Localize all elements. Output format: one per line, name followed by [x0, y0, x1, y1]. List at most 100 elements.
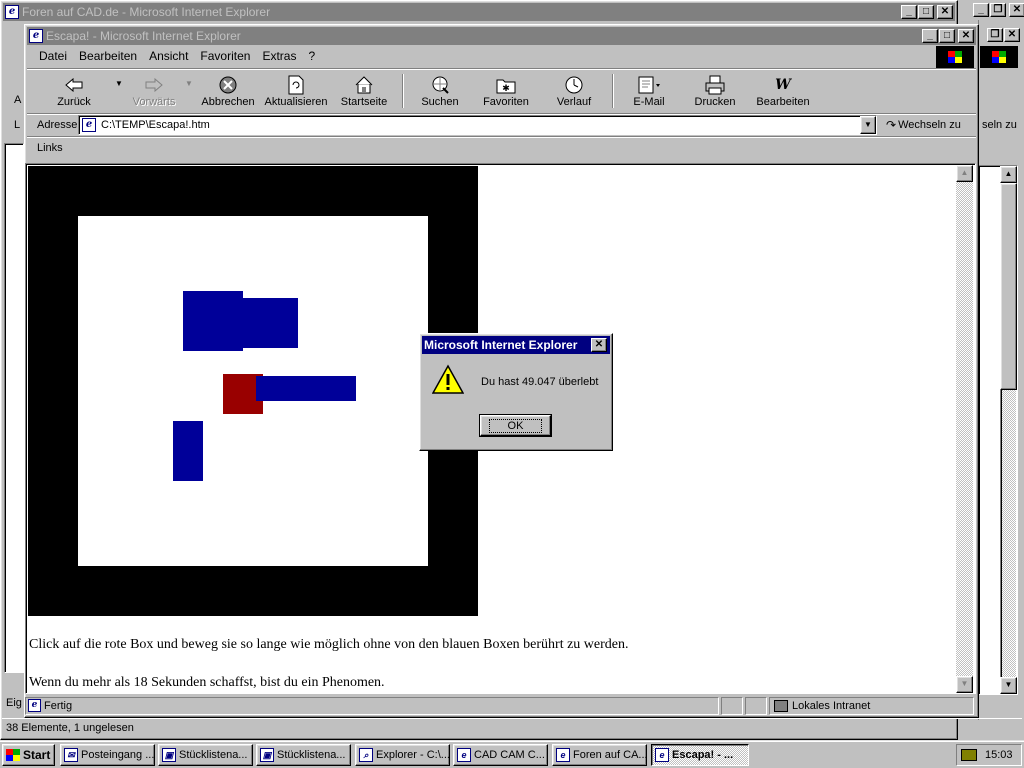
close-icon[interactable]: ✕ — [958, 29, 974, 43]
stop-button[interactable]: Abbrechen — [194, 73, 262, 109]
status-cell — [721, 696, 743, 715]
toolbar-separator — [402, 74, 404, 108]
app-icon: ▣ — [260, 748, 274, 762]
go-button[interactable]: ↷ Wechseln zu — [886, 116, 974, 134]
clock[interactable]: 15:03 — [985, 749, 1013, 761]
toolbar-separator — [612, 74, 614, 108]
back-arrow-icon — [63, 75, 85, 95]
taskbar-item-cadcam[interactable]: e CAD CAM C... — [453, 744, 548, 766]
minimize-icon[interactable]: _ — [973, 3, 989, 17]
history-button[interactable]: Verlauf — [540, 73, 608, 109]
status-cell — [745, 696, 767, 715]
refresh-button[interactable]: Aktualisieren — [262, 73, 330, 109]
dialog-titlebar[interactable]: Microsoft Internet Explorer ✕ — [422, 336, 610, 354]
restore-icon[interactable]: ❐ — [987, 28, 1003, 42]
back-window-titlebar[interactable]: e Foren auf CAD.de - Microsoft Internet … — [3, 3, 955, 21]
links-divider — [27, 136, 976, 138]
status-zone: Lokales Intranet — [769, 696, 974, 715]
windows-logo-icon — [980, 46, 1018, 68]
back-window-left-letter: A — [14, 94, 22, 106]
page-scrollbar[interactable] — [956, 165, 973, 693]
menu-favoriten[interactable]: Favoriten — [194, 47, 256, 65]
main-window-titlebar[interactable]: e Escapa! - Microsoft Internet Explorer … — [27, 27, 976, 45]
menu-help[interactable]: ? — [302, 47, 321, 65]
stop-icon — [217, 75, 239, 95]
taskbar-item-posteingang[interactable]: ✉ Posteingang ... — [60, 744, 155, 766]
toolbar: Zurück ▼ Vorwärts ▼ Abbrechen Aktualisie… — [30, 71, 970, 111]
forward-button[interactable]: Vorwärts — [124, 73, 184, 109]
links-label[interactable]: Links — [37, 140, 63, 156]
minimize-icon[interactable]: _ — [922, 29, 938, 43]
scroll-down-icon[interactable]: ▼ — [1000, 677, 1017, 694]
refresh-icon — [285, 75, 307, 95]
home-label: Startseite — [340, 96, 388, 108]
taskbar-item-stuecklisten-2[interactable]: ▣ Stücklistena... — [256, 744, 351, 766]
close-icon[interactable]: ✕ — [1009, 3, 1024, 17]
menu-bearbeiten[interactable]: Bearbeiten — [73, 47, 143, 65]
ie-icon: e — [5, 5, 19, 19]
edit-label: Bearbeiten — [756, 96, 810, 108]
ok-label: OK — [488, 418, 543, 433]
taskbar-item-stuecklisten-1[interactable]: ▣ Stücklistena... — [158, 744, 253, 766]
mail-button[interactable]: E-Mail — [618, 73, 680, 109]
ie-icon: e — [457, 748, 471, 762]
search-label: Suchen — [421, 96, 459, 108]
close-icon[interactable]: ✕ — [1004, 28, 1020, 42]
ie-icon: e — [556, 748, 570, 762]
start-button[interactable]: Start — [2, 744, 55, 766]
back-label: Zurück — [57, 96, 91, 108]
system-tray: 15:03 — [956, 744, 1022, 766]
scroll-down-icon[interactable]: ▼ — [956, 676, 973, 693]
dialog-message: Du hast 49.047 überlebt — [481, 376, 599, 388]
print-button[interactable]: Drucken — [680, 73, 750, 109]
forward-arrow-icon — [143, 75, 165, 95]
back-window-go[interactable]: seln zu — [980, 117, 1024, 133]
forward-label: Vorwärts — [132, 96, 176, 108]
scroll-thumb[interactable] — [1000, 183, 1017, 390]
scroll-up-icon[interactable]: ▲ — [956, 165, 973, 182]
svg-text:✱: ✱ — [502, 83, 510, 93]
task-label: Stücklistena... — [277, 749, 346, 761]
back-button[interactable]: Zurück — [34, 73, 114, 109]
restore-icon[interactable]: ❐ — [990, 3, 1006, 17]
maximize-icon[interactable]: □ — [918, 5, 934, 19]
back-dropdown-icon[interactable]: ▼ — [114, 73, 124, 88]
task-label: Escapa! - ... — [672, 749, 734, 761]
back-window-left-letter: Eig — [6, 697, 22, 709]
edit-icon: W — [775, 77, 791, 93]
menu-datei[interactable]: Datei — [33, 47, 73, 65]
scroll-up-icon[interactable]: ▲ — [1000, 166, 1017, 183]
print-label: Drucken — [694, 96, 736, 108]
menu-bar: Datei Bearbeiten Ansicht Favoriten Extra… — [27, 46, 932, 66]
close-icon[interactable]: ✕ — [591, 338, 607, 352]
menu-ansicht[interactable]: Ansicht — [143, 47, 194, 65]
ie-page-icon: e — [28, 699, 41, 712]
taskbar-item-explorer[interactable]: ⌕ Explorer - C:\... — [355, 744, 450, 766]
maximize-icon[interactable]: □ — [939, 29, 955, 43]
mail-label: E-Mail — [633, 96, 665, 108]
favorites-button[interactable]: ✱ Favoriten — [472, 73, 540, 109]
ie-throbber — [936, 46, 974, 68]
close-icon[interactable]: ✕ — [937, 5, 953, 19]
home-button[interactable]: Startseite — [330, 73, 398, 109]
forward-dropdown-icon[interactable]: ▼ — [184, 73, 194, 88]
task-label: Stücklistena... — [179, 749, 248, 761]
menu-extras[interactable]: Extras — [256, 47, 302, 65]
warning-icon — [431, 364, 465, 396]
taskbar-item-foren[interactable]: e Foren auf CA... — [552, 744, 647, 766]
blue-box — [183, 291, 243, 351]
network-icon[interactable] — [961, 749, 977, 761]
minimize-icon[interactable]: _ — [901, 5, 917, 19]
ok-button[interactable]: OK — [479, 414, 552, 437]
edit-button[interactable]: W Bearbeiten — [750, 73, 816, 109]
mail-icon — [638, 75, 660, 95]
address-value[interactable]: C:\TEMP\Escapa!.htm — [101, 119, 210, 131]
back-window-left-letter: L — [14, 119, 21, 131]
search-icon — [429, 75, 451, 95]
address-field[interactable]: e C:\TEMP\Escapa!.htm — [78, 115, 877, 135]
start-label: Start — [23, 748, 51, 762]
taskbar-item-escapa[interactable]: e Escapa! - ... — [651, 744, 749, 766]
go-label: Wechseln zu — [898, 119, 961, 131]
address-dropdown-icon[interactable]: ▼ — [860, 116, 876, 134]
search-button[interactable]: Suchen — [408, 73, 472, 109]
